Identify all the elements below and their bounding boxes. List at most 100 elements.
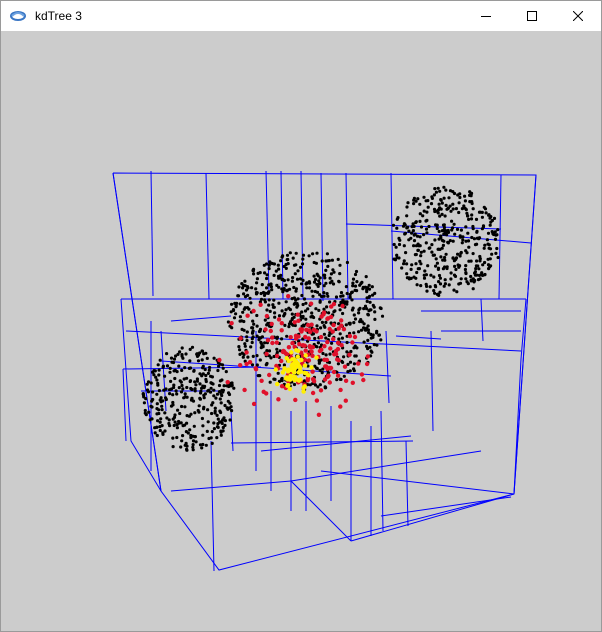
data-point xyxy=(335,378,339,382)
data-point xyxy=(309,315,313,319)
data-point xyxy=(265,361,269,366)
data-point xyxy=(331,369,337,375)
data-point xyxy=(412,233,416,237)
data-point xyxy=(286,294,291,299)
data-point xyxy=(308,345,313,350)
data-point xyxy=(309,365,314,370)
data-point xyxy=(487,213,491,217)
data-point xyxy=(303,334,308,340)
data-point xyxy=(418,219,422,223)
render-viewport[interactable] xyxy=(1,31,601,631)
data-point xyxy=(447,283,451,287)
data-point xyxy=(177,386,181,390)
data-point xyxy=(161,431,165,435)
data-point xyxy=(160,408,164,412)
maximize-button[interactable] xyxy=(509,1,555,31)
data-point xyxy=(214,396,218,400)
data-point xyxy=(437,229,441,234)
data-point xyxy=(255,277,259,281)
data-point xyxy=(171,445,175,449)
data-point xyxy=(159,417,163,421)
data-point xyxy=(470,201,474,206)
data-point xyxy=(422,195,426,199)
data-point xyxy=(279,358,284,364)
data-point xyxy=(275,347,279,351)
data-point xyxy=(339,291,344,295)
data-point xyxy=(449,271,453,275)
data-point xyxy=(371,303,375,307)
data-point xyxy=(419,262,423,266)
data-point xyxy=(303,353,308,358)
data-point xyxy=(270,335,275,340)
data-point xyxy=(294,377,299,382)
data-point xyxy=(204,373,208,378)
data-point xyxy=(251,401,257,407)
data-point xyxy=(331,336,336,342)
data-point xyxy=(352,362,356,366)
partition-edge xyxy=(405,440,409,527)
data-point xyxy=(180,383,184,388)
kdtree-scene[interactable] xyxy=(1,31,601,631)
data-point xyxy=(304,327,309,332)
title-bar[interactable]: kdTree 3 xyxy=(1,1,601,31)
data-point xyxy=(468,193,472,197)
data-point xyxy=(406,225,410,229)
data-point xyxy=(310,390,316,396)
data-point xyxy=(156,363,160,367)
data-point xyxy=(450,228,454,232)
data-point xyxy=(310,311,314,315)
data-point xyxy=(391,223,396,227)
data-point xyxy=(358,306,362,310)
data-point xyxy=(359,282,363,286)
data-point xyxy=(314,355,319,360)
partition-edge xyxy=(290,450,482,482)
data-point xyxy=(234,312,238,316)
data-point xyxy=(490,252,494,256)
data-point xyxy=(318,334,324,340)
data-point xyxy=(321,351,325,356)
data-point xyxy=(494,251,498,255)
data-point xyxy=(181,387,185,391)
data-point xyxy=(254,287,258,291)
data-point xyxy=(434,257,438,261)
data-point xyxy=(206,408,210,412)
data-point xyxy=(412,202,416,206)
data-point xyxy=(213,406,217,410)
data-point xyxy=(287,325,291,329)
data-point xyxy=(443,278,447,282)
data-point xyxy=(364,326,369,330)
data-point xyxy=(322,357,327,362)
data-point xyxy=(400,266,404,270)
data-point xyxy=(485,238,489,242)
data-point xyxy=(259,297,264,301)
data-point xyxy=(328,276,332,280)
data-point xyxy=(322,377,328,382)
data-point xyxy=(324,353,328,357)
data-point xyxy=(202,393,206,397)
data-point xyxy=(365,344,369,348)
data-point xyxy=(414,252,418,257)
data-point xyxy=(145,388,150,392)
data-point xyxy=(288,308,292,312)
data-point xyxy=(290,317,294,322)
data-point xyxy=(432,253,436,257)
data-point xyxy=(226,407,230,411)
data-point xyxy=(245,313,250,318)
data-point xyxy=(165,352,169,356)
data-point xyxy=(188,379,192,384)
minimize-button[interactable] xyxy=(463,1,509,31)
data-point xyxy=(453,232,457,236)
data-point xyxy=(445,207,449,211)
data-point xyxy=(430,195,434,199)
data-point xyxy=(284,300,288,304)
data-point xyxy=(167,418,171,422)
data-point xyxy=(361,285,365,289)
data-point xyxy=(351,306,355,310)
data-point xyxy=(412,196,416,200)
data-point xyxy=(457,282,461,286)
data-point xyxy=(250,326,254,330)
close-button[interactable] xyxy=(555,1,601,31)
data-point xyxy=(179,390,184,394)
data-point xyxy=(418,244,422,248)
data-point xyxy=(402,259,406,263)
